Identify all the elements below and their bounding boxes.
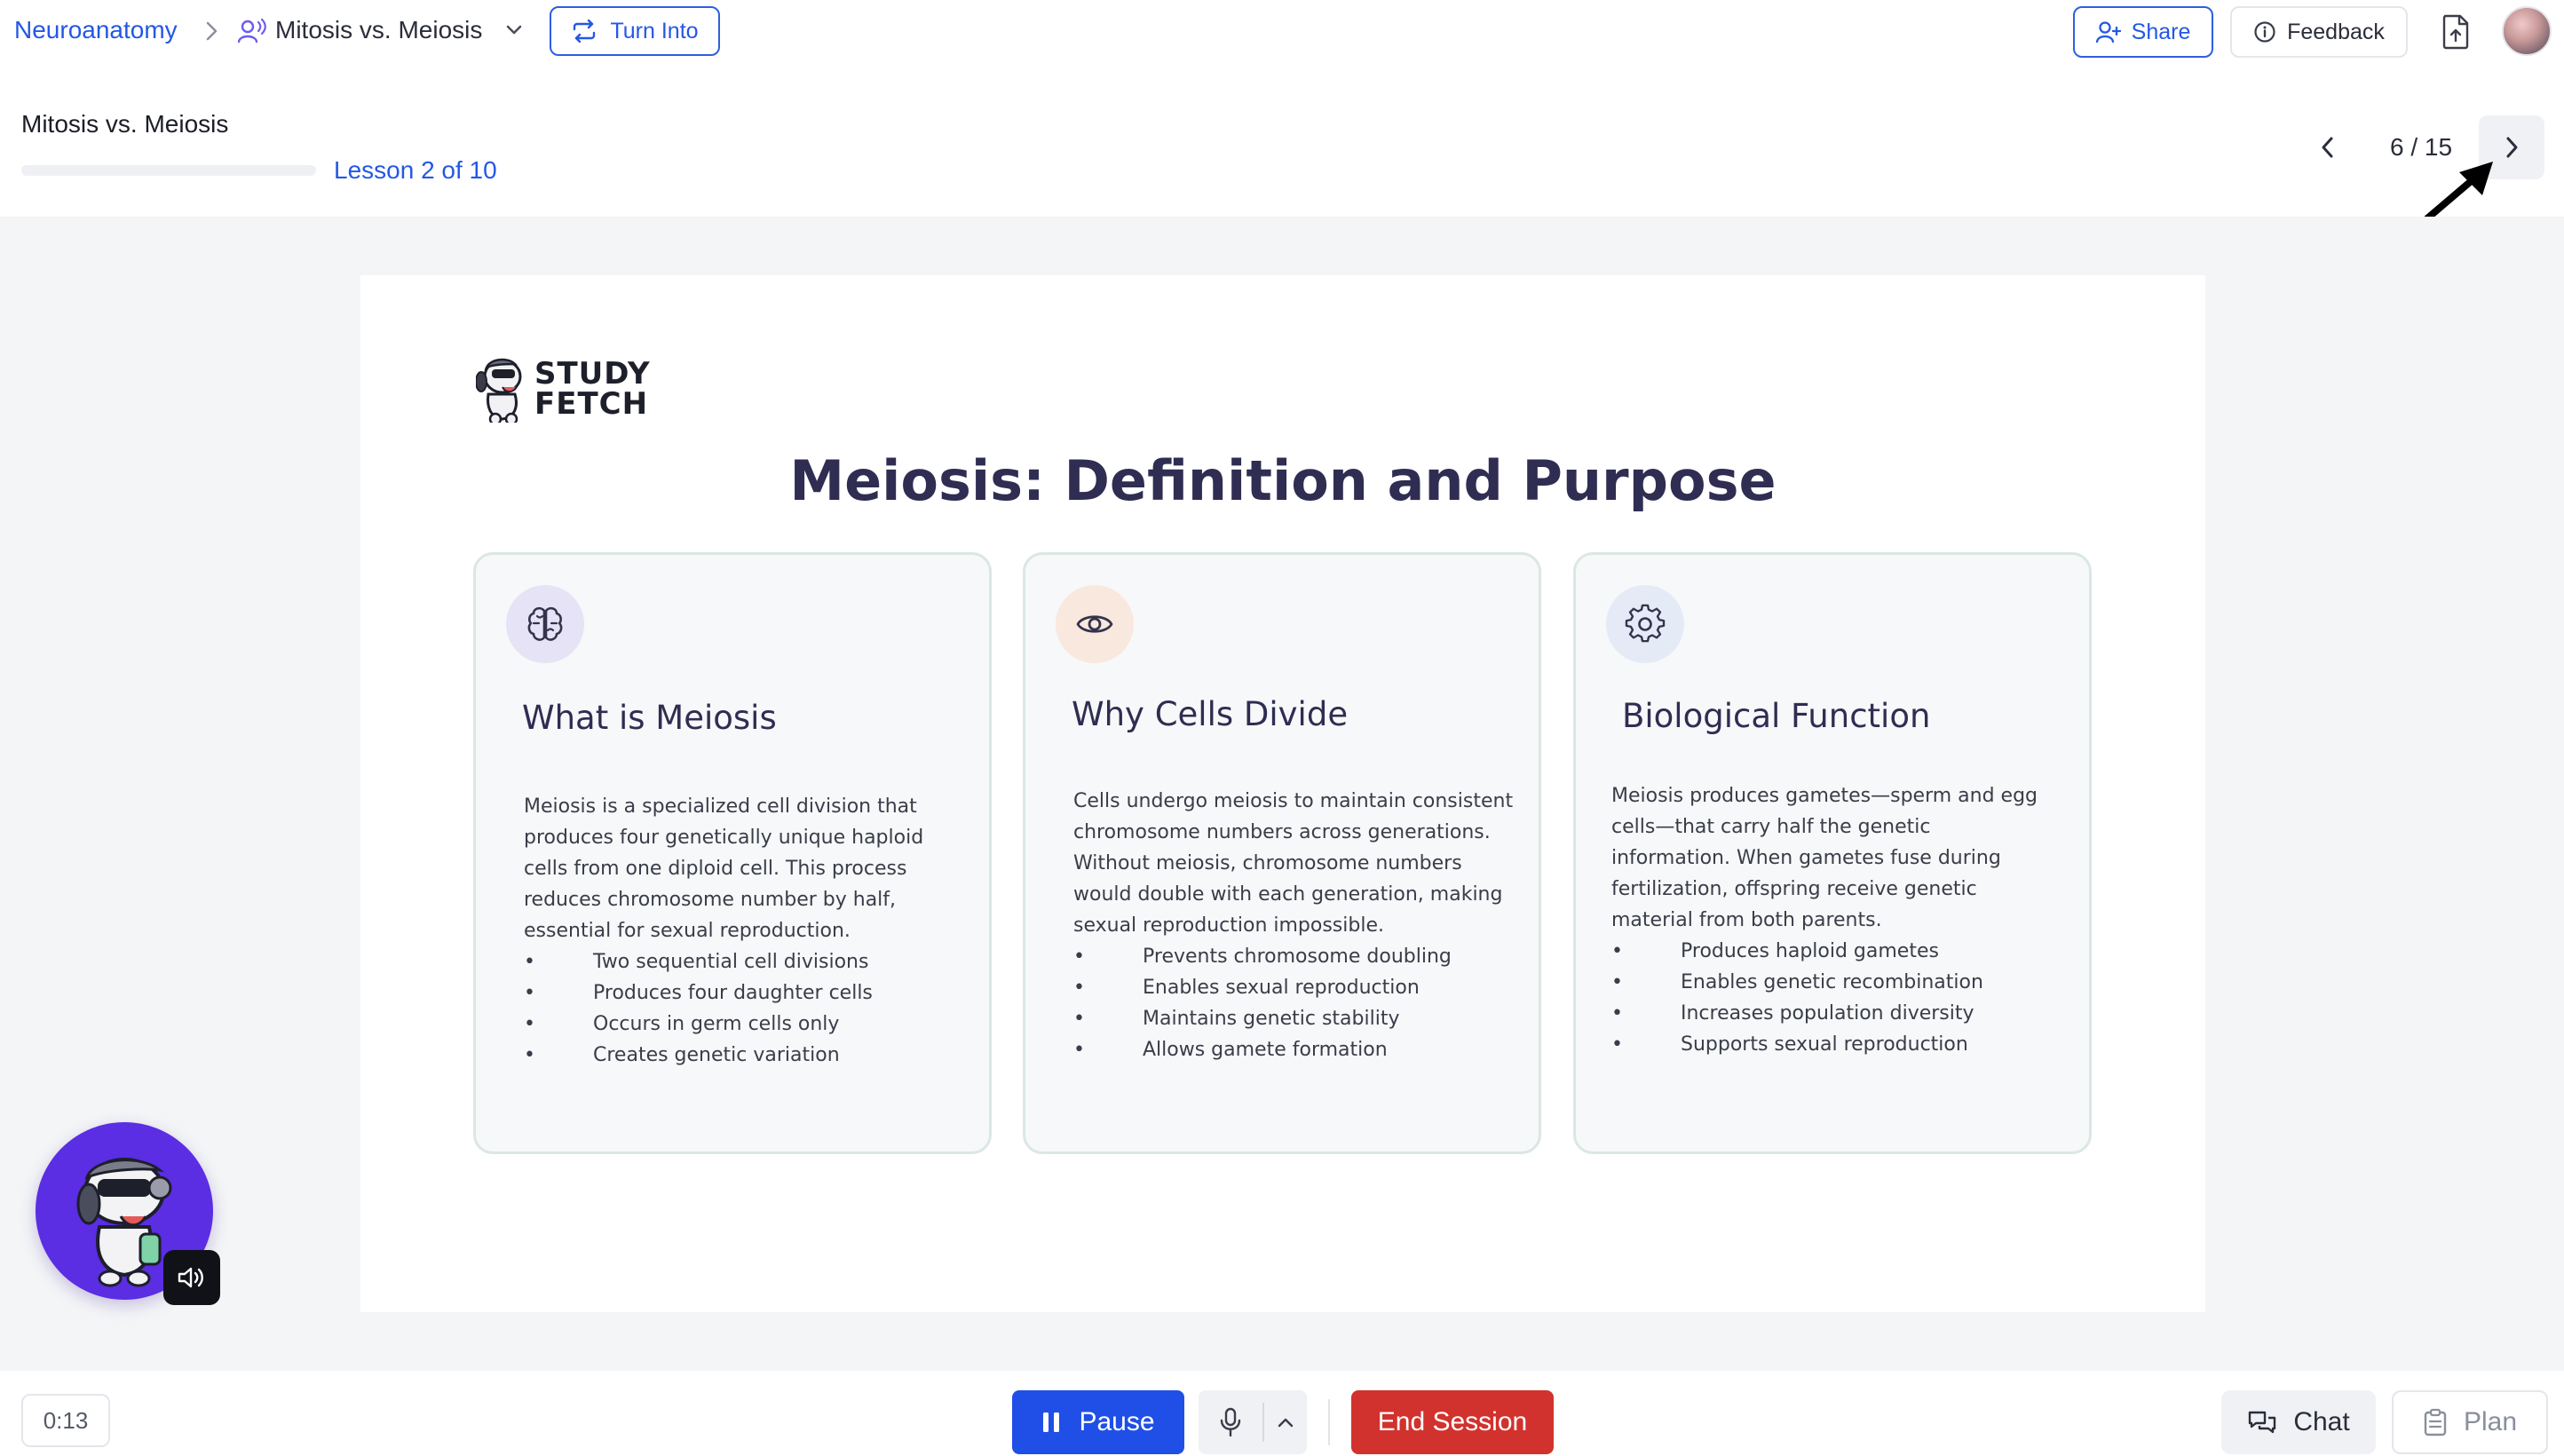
card-bullet-list: Produces haploid gametes Enables genetic… [1611,936,2055,1060]
card-heading: Why Cells Divide [1072,695,1349,733]
list-item: Creates genetic variation [524,1040,968,1071]
chevron-right-icon [2501,133,2522,162]
card-heading: Biological Function [1622,697,1931,735]
card-bullet-list: Prevents chromosome doubling Enables sex… [1073,941,1517,1065]
list-item: Enables sexual reproduction [1073,972,1517,1003]
pause-label: Pause [1079,1407,1155,1436]
end-session-button[interactable]: End Session [1351,1390,1554,1454]
list-item: Increases population diversity [1611,998,2055,1029]
chevron-down-icon[interactable] [504,21,524,39]
file-upload-icon[interactable] [2436,12,2475,51]
card-heading: What is Meiosis [522,699,777,737]
list-item: Occurs in germ cells only [524,1009,968,1040]
lesson-count: Lesson 2 of 10 [334,156,497,184]
list-item: Enables genetic recombination [1611,967,2055,998]
chat-button[interactable]: Chat [2221,1390,2376,1454]
share-label: Share [2131,19,2191,44]
breadcrumb-current[interactable]: Mitosis vs. Meiosis [275,12,482,48]
lesson-progress-bar [21,165,316,176]
card-paragraph: Meiosis is a specialized cell division t… [524,795,924,942]
session-timer: 0:13 [21,1394,110,1447]
avatar[interactable] [2502,6,2552,56]
plan-label: Plan [2463,1407,2518,1436]
pause-icon [1041,1411,1061,1434]
repeat-icon [571,20,597,43]
chevron-right-icon [202,18,222,44]
card-body: Meiosis produces gametes—sperm and egg c… [1611,780,2055,1060]
pointer-arrow-icon [2420,156,2500,224]
chat-label: Chat [2293,1407,2350,1436]
list-item: Produces four daughter cells [524,977,968,1009]
logo-wordmark-line1: STUDY [534,356,651,392]
voice-session-icon [238,18,266,44]
breadcrumb-root-link[interactable]: Neuroanatomy [14,12,178,48]
lesson-progress-fill [21,165,81,176]
mascot-audio-button[interactable] [163,1250,220,1305]
slide-title: Meiosis: Definition and Purpose [789,448,1777,513]
list-item: Allows gamete formation [1073,1034,1517,1065]
chat-bubbles-icon [2247,1409,2277,1436]
list-item: Prevents chromosome doubling [1073,941,1517,972]
eye-icon [1056,585,1134,663]
user-plus-icon [2095,20,2121,44]
microphone-button[interactable] [1199,1390,1262,1454]
list-item: Produces haploid gametes [1611,936,2055,967]
study-fetch-logo [476,355,533,423]
feedback-label: Feedback [2287,19,2385,44]
info-card-why-cells-divide: Why Cells Divide Cells undergo meiosis t… [1023,552,1541,1154]
top-bar: Neuroanatomy Mitosis vs. Meiosis Turn In… [0,0,2564,64]
turn-into-label: Turn Into [610,18,699,44]
volume-icon [177,1264,207,1291]
list-item: Maintains genetic stability [1073,1003,1517,1034]
share-button[interactable]: Share [2073,6,2213,58]
card-body: Cells undergo meiosis to maintain consis… [1073,786,1517,1065]
info-card-biological-function: Biological Function Meiosis produces gam… [1573,552,2092,1154]
microphone-options-button[interactable] [1264,1390,1307,1454]
card-paragraph: Meiosis produces gametes—sperm and egg c… [1611,785,2038,931]
lesson-title: Mitosis vs. Meiosis [21,110,229,138]
card-body: Meiosis is a specialized cell division t… [524,791,968,1071]
logo-wordmark: STUDY FETCH [534,359,651,419]
clipboard-icon [2423,1408,2448,1436]
info-icon [2253,20,2276,44]
turn-into-button[interactable]: Turn Into [550,6,720,56]
microphone-control [1199,1390,1307,1454]
info-card-what-is-meiosis: What is Meiosis Meiosis is a specialized… [473,552,992,1154]
divider [1328,1399,1330,1445]
plan-button[interactable]: Plan [2392,1390,2548,1454]
feedback-button[interactable]: Feedback [2230,6,2408,58]
chevron-left-icon [2317,133,2338,162]
microphone-icon [1219,1407,1242,1437]
logo-wordmark-line2: FETCH [534,386,649,422]
chevron-up-icon [1277,1416,1294,1428]
list-item: Two sequential cell divisions [524,946,968,977]
card-bullet-list: Two sequential cell divisions Produces f… [524,946,968,1071]
brain-icon [506,585,584,663]
card-paragraph: Cells undergo meiosis to maintain consis… [1073,790,1514,937]
gear-icon [1606,585,1684,663]
pause-button[interactable]: Pause [1012,1390,1184,1454]
previous-slide-button[interactable] [2307,126,2349,169]
list-item: Supports sexual reproduction [1611,1029,2055,1060]
